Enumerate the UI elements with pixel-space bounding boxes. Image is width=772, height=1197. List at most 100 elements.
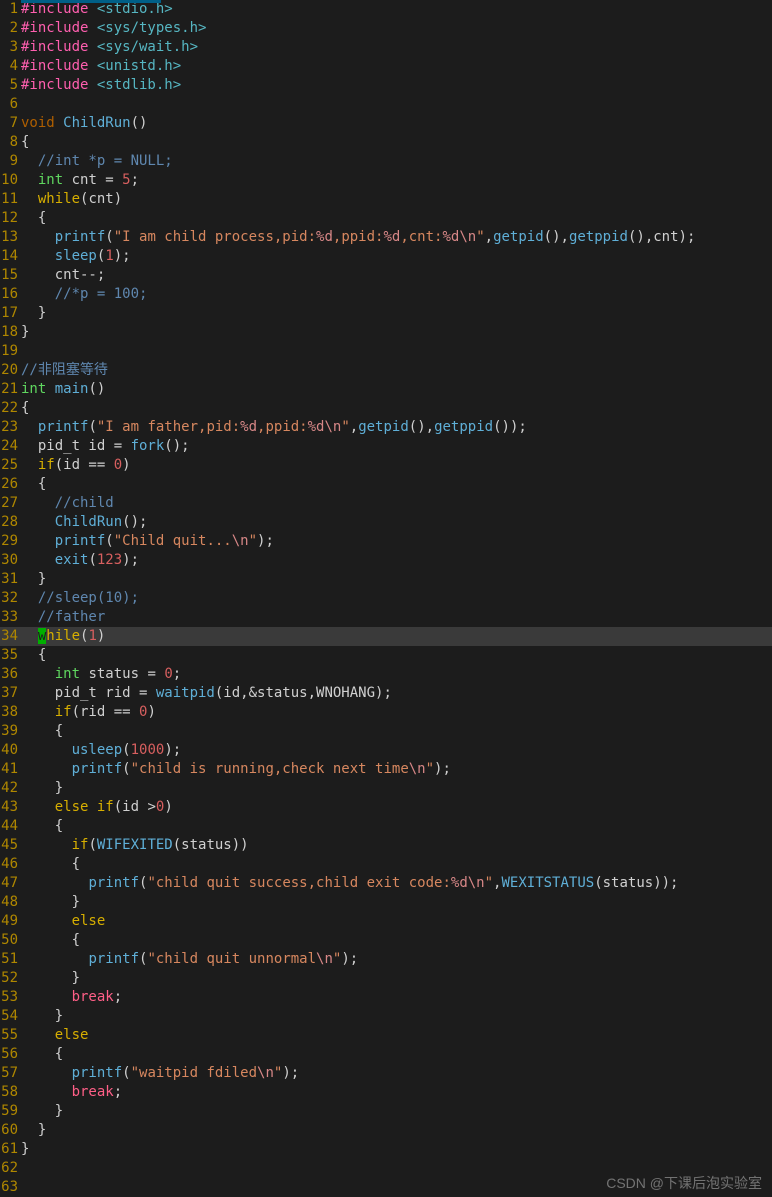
code-content[interactable]: }	[21, 1121, 772, 1140]
code-content[interactable]: {	[21, 931, 772, 950]
code-line[interactable]: 13 printf("I am child process,pid:%d,ppi…	[0, 228, 772, 247]
code-line[interactable]: 17 }	[0, 304, 772, 323]
code-content[interactable]: {	[21, 475, 772, 494]
code-line[interactable]: 38 if(rid == 0)	[0, 703, 772, 722]
code-line[interactable]: 37 pid_t rid = waitpid(id,&status,WNOHAN…	[0, 684, 772, 703]
code-content[interactable]	[21, 1178, 772, 1197]
code-line[interactable]: 54 }	[0, 1007, 772, 1026]
code-content[interactable]: {	[21, 817, 772, 836]
code-line[interactable]: 32 //sleep(10);	[0, 589, 772, 608]
code-line[interactable]: 43 else if(id >0)	[0, 798, 772, 817]
code-content[interactable]: {	[21, 209, 772, 228]
code-line[interactable]: 41 printf("child is running,check next t…	[0, 760, 772, 779]
code-content[interactable]: }	[21, 779, 772, 798]
code-content[interactable]: printf("I am child process,pid:%d,ppid:%…	[21, 228, 772, 247]
code-content[interactable]: //*p = 100;	[21, 285, 772, 304]
code-line[interactable]: 2#include <sys/types.h>	[0, 19, 772, 38]
code-line[interactable]: 48 }	[0, 893, 772, 912]
code-line[interactable]: 60 }	[0, 1121, 772, 1140]
code-line[interactable]: 36 int status = 0;	[0, 665, 772, 684]
code-content[interactable]: if(rid == 0)	[21, 703, 772, 722]
code-content[interactable]: else if(id >0)	[21, 798, 772, 817]
code-content[interactable]: int status = 0;	[21, 665, 772, 684]
code-line[interactable]: 12 {	[0, 209, 772, 228]
code-content[interactable]: printf("waitpid fdiled\n");	[21, 1064, 772, 1083]
code-line[interactable]: 50 {	[0, 931, 772, 950]
code-content[interactable]: }	[21, 1102, 772, 1121]
code-content[interactable]: pid_t id = fork();	[21, 437, 772, 456]
code-content[interactable]: exit(123);	[21, 551, 772, 570]
code-line[interactable]: 3#include <sys/wait.h>	[0, 38, 772, 57]
code-content[interactable]: }	[21, 1007, 772, 1026]
code-line[interactable]: 6	[0, 95, 772, 114]
code-line[interactable]: 40 usleep(1000);	[0, 741, 772, 760]
code-content[interactable]: break;	[21, 988, 772, 1007]
code-content[interactable]: #include <sys/wait.h>	[21, 38, 772, 57]
code-content[interactable]: //sleep(10);	[21, 589, 772, 608]
code-content[interactable]: {	[21, 1045, 772, 1064]
code-content[interactable]: }	[21, 893, 772, 912]
code-line[interactable]: 11 while(cnt)	[0, 190, 772, 209]
code-line[interactable]: 28 ChildRun();	[0, 513, 772, 532]
code-content[interactable]: }	[21, 969, 772, 988]
code-line[interactable]: 51 printf("child quit unnormal\n");	[0, 950, 772, 969]
code-content[interactable]: //child	[21, 494, 772, 513]
code-content[interactable]: while(cnt)	[21, 190, 772, 209]
code-line[interactable]: 46 {	[0, 855, 772, 874]
code-content[interactable]: {	[21, 399, 772, 418]
code-content[interactable]: else	[21, 912, 772, 931]
code-content[interactable]: break;	[21, 1083, 772, 1102]
code-line[interactable]: 53 break;	[0, 988, 772, 1007]
code-content[interactable]: int cnt = 5;	[21, 171, 772, 190]
code-line[interactable]: 44 {	[0, 817, 772, 836]
code-editor[interactable]: 1#include <stdio.h>2#include <sys/types.…	[0, 0, 772, 1197]
code-line[interactable]: 29 printf("Child quit...\n");	[0, 532, 772, 551]
code-line[interactable]: 42 }	[0, 779, 772, 798]
code-line[interactable]: 52 }	[0, 969, 772, 988]
code-content[interactable]: {	[21, 722, 772, 741]
code-line[interactable]: 47 printf("child quit success,child exit…	[0, 874, 772, 893]
code-content[interactable]: {	[21, 133, 772, 152]
code-content[interactable]	[21, 1159, 772, 1178]
code-content[interactable]: if(WIFEXITED(status))	[21, 836, 772, 855]
code-line[interactable]: 59 }	[0, 1102, 772, 1121]
code-line[interactable]: 18}	[0, 323, 772, 342]
code-content[interactable]: void ChildRun()	[21, 114, 772, 133]
code-content[interactable]: #include <unistd.h>	[21, 57, 772, 76]
code-line[interactable]: 55 else	[0, 1026, 772, 1045]
code-line[interactable]: 49 else	[0, 912, 772, 931]
code-line[interactable]: 25 if(id == 0)	[0, 456, 772, 475]
code-line[interactable]: 34 while(1)	[0, 627, 772, 646]
code-line[interactable]: 22{	[0, 399, 772, 418]
code-content[interactable]: //非阻塞等待	[21, 361, 772, 380]
code-content[interactable]: sleep(1);	[21, 247, 772, 266]
code-content[interactable]: #include <sys/types.h>	[21, 19, 772, 38]
code-content[interactable]: while(1)	[21, 627, 772, 646]
code-line[interactable]: 7void ChildRun()	[0, 114, 772, 133]
code-content[interactable]: printf("I am father,pid:%d,ppid:%d\n",ge…	[21, 418, 772, 437]
code-content[interactable]: {	[21, 855, 772, 874]
code-line[interactable]: 27 //child	[0, 494, 772, 513]
code-line[interactable]: 63	[0, 1178, 772, 1197]
code-line[interactable]: 21int main()	[0, 380, 772, 399]
code-content[interactable]: ChildRun();	[21, 513, 772, 532]
code-content[interactable]: #include <stdlib.h>	[21, 76, 772, 95]
code-content[interactable]: printf("child is running,check next time…	[21, 760, 772, 779]
code-line[interactable]: 19	[0, 342, 772, 361]
code-line[interactable]: 4#include <unistd.h>	[0, 57, 772, 76]
code-line[interactable]: 39 {	[0, 722, 772, 741]
code-line[interactable]: 57 printf("waitpid fdiled\n");	[0, 1064, 772, 1083]
code-content[interactable]: }	[21, 570, 772, 589]
code-content[interactable]: cnt--;	[21, 266, 772, 285]
code-content[interactable]	[21, 95, 772, 114]
code-line[interactable]: 61}	[0, 1140, 772, 1159]
code-line[interactable]: 20//非阻塞等待	[0, 361, 772, 380]
code-content[interactable]: }	[21, 304, 772, 323]
code-line[interactable]: 31 }	[0, 570, 772, 589]
code-line[interactable]: 45 if(WIFEXITED(status))	[0, 836, 772, 855]
code-line[interactable]: 23 printf("I am father,pid:%d,ppid:%d\n"…	[0, 418, 772, 437]
code-line[interactable]: 33 //father	[0, 608, 772, 627]
code-line[interactable]: 8{	[0, 133, 772, 152]
code-content[interactable]: //father	[21, 608, 772, 627]
code-line[interactable]: 62	[0, 1159, 772, 1178]
